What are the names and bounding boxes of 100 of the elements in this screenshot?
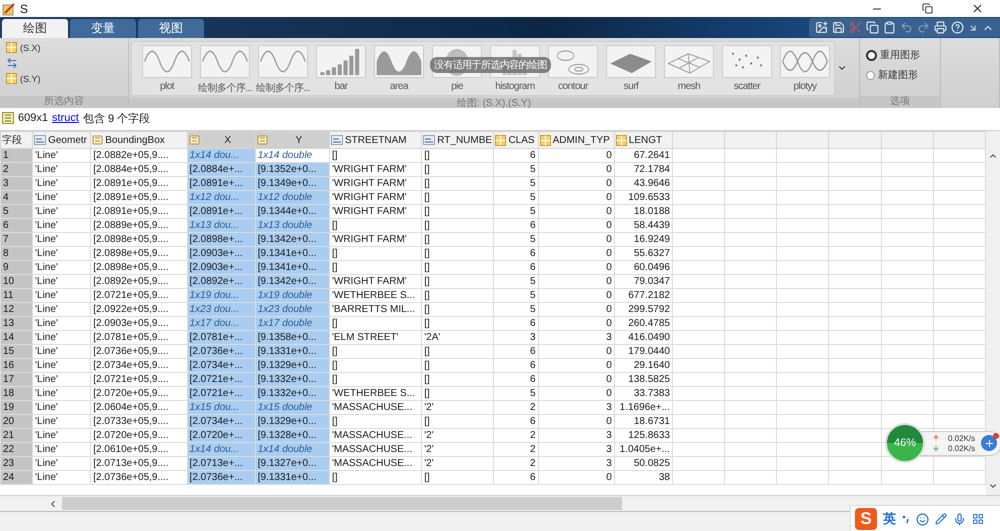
- table-cell[interactable]: [2.0736e+...: [187, 470, 256, 484]
- swap-icon[interactable]: [6, 57, 18, 69]
- table-cell[interactable]: []: [422, 302, 494, 316]
- surf-thumbnail-icon[interactable]: [606, 45, 656, 78]
- table-cell[interactable]: 1x19 double: [255, 288, 330, 302]
- table-cell[interactable]: [2.0610e+05,9....: [90, 442, 188, 456]
- table-cell[interactable]: [9.1341e+0...: [255, 246, 330, 260]
- table-cell[interactable]: 50.0825: [614, 456, 672, 470]
- table-cell[interactable]: 260.4785: [614, 316, 672, 330]
- table-cell[interactable]: 2: [494, 442, 538, 456]
- plot-label[interactable]: scatter: [734, 81, 760, 92]
- table-cell[interactable]: 'MASSACHUSE...: [329, 456, 422, 470]
- table-cell[interactable]: [2.0898e+...: [187, 232, 256, 246]
- table-cell[interactable]: 0: [538, 372, 614, 386]
- row-number[interactable]: 14: [0, 330, 33, 344]
- table-cell[interactable]: 79.0347: [614, 274, 672, 288]
- table-cell[interactable]: []: [422, 232, 494, 246]
- table-cell[interactable]: [2.0891e+05,9....: [90, 190, 188, 204]
- table-cell[interactable]: [9.1331e+0...: [255, 344, 330, 358]
- table-cell[interactable]: []: [329, 372, 422, 386]
- table-cell[interactable]: 'Line': [32, 162, 91, 176]
- plot-label[interactable]: histogram: [495, 81, 535, 92]
- table-cell[interactable]: [9.1327e+0...: [255, 456, 330, 470]
- table-cell[interactable]: []: [422, 190, 494, 204]
- table-cell[interactable]: 'Line': [32, 372, 91, 386]
- table-cell[interactable]: 0: [538, 358, 614, 372]
- column-header[interactable]: X: [187, 132, 256, 148]
- table-cell[interactable]: 3: [538, 456, 614, 470]
- table-cell[interactable]: [2.0891e+05,9....: [90, 176, 188, 190]
- table-cell[interactable]: []: [329, 414, 422, 428]
- row-number[interactable]: 23: [0, 456, 33, 470]
- table-cell[interactable]: 'Line': [32, 204, 91, 218]
- dock-icon[interactable]: [968, 22, 978, 32]
- row-number[interactable]: 17: [0, 372, 33, 386]
- table-cell[interactable]: 5: [494, 176, 538, 190]
- table-cell[interactable]: 6: [494, 414, 538, 428]
- struct-link[interactable]: struct: [52, 112, 79, 124]
- paste-icon[interactable]: [883, 21, 896, 34]
- table-cell[interactable]: 0: [538, 386, 614, 400]
- row-number[interactable]: 3: [0, 176, 33, 190]
- plotyy-thumbnail-icon[interactable]: [780, 45, 830, 78]
- table-cell[interactable]: 'Line': [32, 288, 91, 302]
- bar-thumbnail-icon[interactable]: [316, 45, 366, 78]
- row-number[interactable]: 1: [0, 148, 33, 162]
- plot-label[interactable]: area: [390, 81, 408, 92]
- table-cell[interactable]: 1x13 dou...: [187, 218, 256, 232]
- radio-option[interactable]: 重用图形: [866, 48, 920, 62]
- table-cell[interactable]: 'Line': [32, 428, 91, 442]
- ribbon-tab[interactable]: 变量: [70, 19, 136, 38]
- table-cell[interactable]: [2.0882e+05,9....: [90, 148, 188, 162]
- area-thumbnail-icon[interactable]: [374, 45, 424, 78]
- table-cell[interactable]: 58.4439: [614, 218, 672, 232]
- row-number[interactable]: 10: [0, 274, 33, 288]
- table-cell[interactable]: []: [329, 470, 422, 484]
- table-cell[interactable]: [2.0891e+...: [187, 204, 256, 218]
- row-number[interactable]: 21: [0, 428, 33, 442]
- table-cell[interactable]: []: [329, 260, 422, 274]
- input-mode[interactable]: 英: [883, 510, 896, 528]
- table-cell[interactable]: 'Line': [32, 330, 91, 344]
- table-cell[interactable]: []: [329, 344, 422, 358]
- scroll-thumb[interactable]: [62, 497, 622, 510]
- table-cell[interactable]: 109.6533: [614, 190, 672, 204]
- table-cell[interactable]: 6: [494, 218, 538, 232]
- table-cell[interactable]: [9.1329e+0...: [255, 414, 330, 428]
- table-cell[interactable]: []: [329, 246, 422, 260]
- table-cell[interactable]: [2.0734e+...: [187, 414, 256, 428]
- table-cell[interactable]: [2.0736e+05,9....: [90, 470, 188, 484]
- mesh-thumbnail-icon[interactable]: [664, 45, 714, 78]
- table-cell[interactable]: [2.0734e+...: [187, 358, 256, 372]
- table-cell[interactable]: 0: [538, 232, 614, 246]
- plot-thumbnail-icon[interactable]: [258, 45, 308, 78]
- table-cell[interactable]: 'WRIGHT FARM': [329, 274, 422, 288]
- row-number[interactable]: 19: [0, 400, 33, 414]
- row-number[interactable]: 11: [0, 288, 33, 302]
- table-cell[interactable]: 0: [538, 316, 614, 330]
- table-cell[interactable]: 'MASSACHUSE...: [329, 400, 422, 414]
- table-cell[interactable]: [2.0903e+...: [187, 246, 256, 260]
- table-cell[interactable]: 0: [538, 274, 614, 288]
- table-cell[interactable]: 0: [538, 218, 614, 232]
- plot-thumbnail-icon[interactable]: [142, 45, 192, 78]
- table-cell[interactable]: [2.0604e+05,9....: [90, 400, 188, 414]
- row-number[interactable]: 15: [0, 344, 33, 358]
- table-cell[interactable]: 0: [538, 148, 614, 162]
- table-cell[interactable]: 416.0490: [614, 330, 672, 344]
- table-cell[interactable]: [9.1329e+0...: [255, 358, 330, 372]
- table-cell[interactable]: [2.0898e+05,9....: [90, 260, 188, 274]
- table-cell[interactable]: 6: [494, 246, 538, 260]
- vertical-scrollbar[interactable]: [986, 131, 1000, 495]
- table-cell[interactable]: []: [329, 218, 422, 232]
- plot-label[interactable]: mesh: [678, 81, 700, 92]
- table-cell[interactable]: 3: [538, 428, 614, 442]
- table-cell[interactable]: []: [422, 162, 494, 176]
- table-cell[interactable]: 6: [494, 260, 538, 274]
- plot-label[interactable]: plotyy: [793, 81, 817, 92]
- table-cell[interactable]: 'WRIGHT FARM': [329, 176, 422, 190]
- table-cell[interactable]: 55.6327: [614, 246, 672, 260]
- grid-menu-icon[interactable]: [972, 513, 984, 525]
- table-cell[interactable]: 1x12 dou...: [187, 190, 256, 204]
- table-cell[interactable]: 1x14 double: [255, 148, 330, 162]
- copy-icon[interactable]: [866, 21, 879, 34]
